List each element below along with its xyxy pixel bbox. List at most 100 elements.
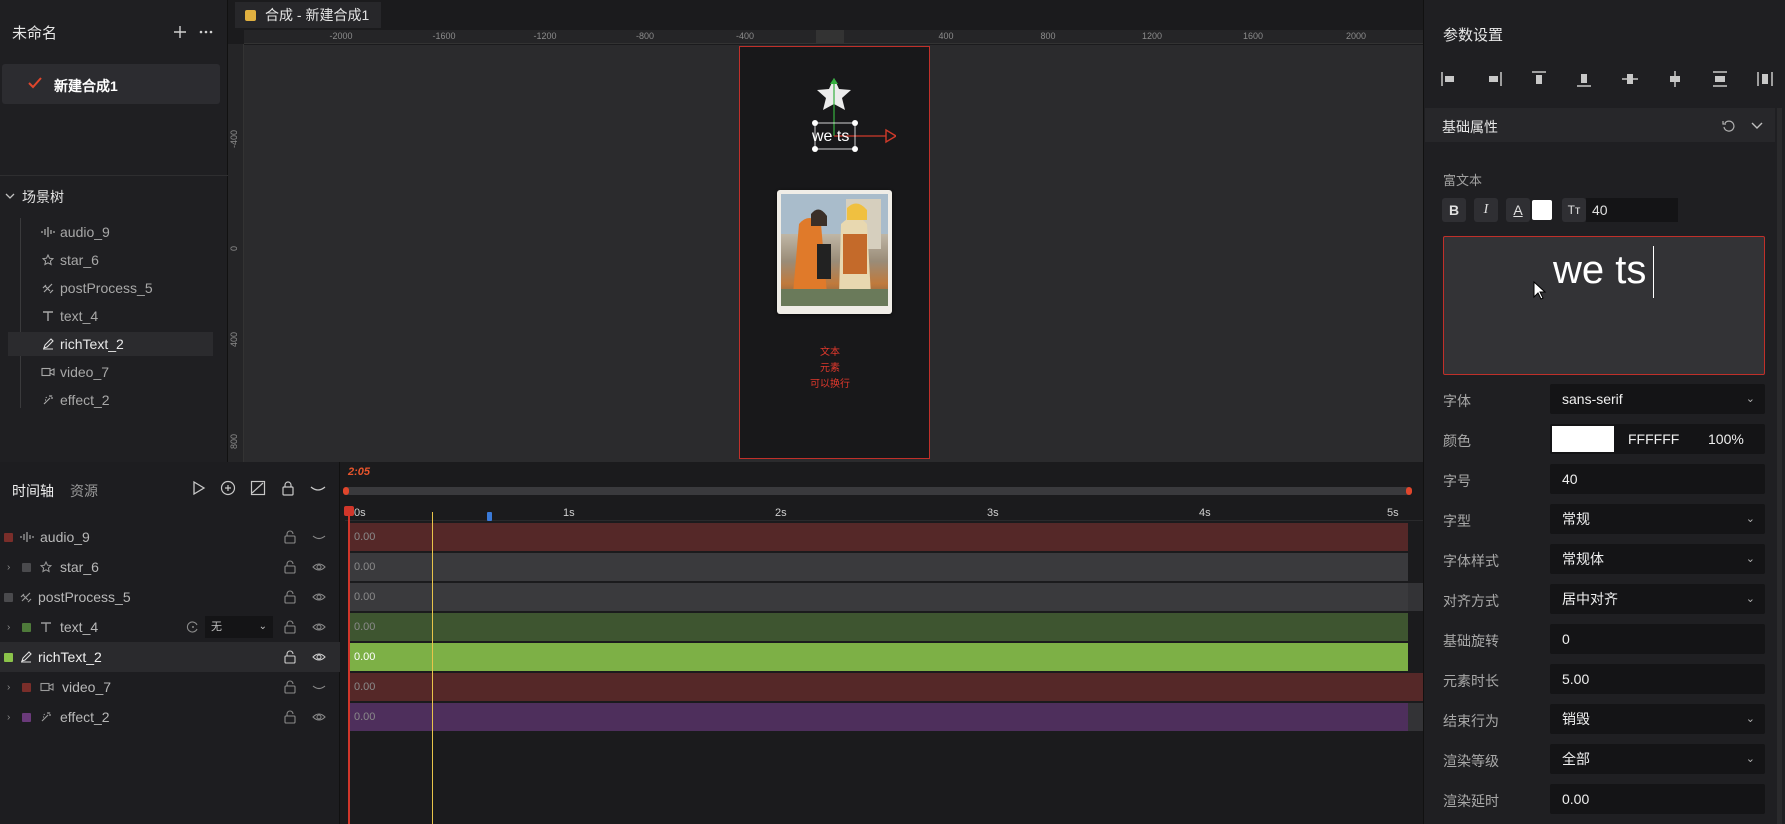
tree-item-audio[interactable]: audio_9 [8,220,213,244]
canvas-richtext[interactable]: we ts [812,128,849,146]
plus-icon[interactable] [172,24,188,40]
track-row-star[interactable]: › star_6 [0,552,340,582]
clip-text[interactable]: 0.00 [348,613,1408,641]
font-color-button[interactable]: A [1506,198,1530,222]
playhead-handle[interactable] [344,506,354,516]
track-row-effect[interactable]: › effect_2 [0,702,340,732]
font-size-field[interactable]: 40 [1550,464,1765,494]
chevron-down-icon[interactable] [1750,119,1764,133]
chevron-right-icon[interactable]: › [7,712,10,723]
eye-icon[interactable] [312,560,326,574]
font-weight-select[interactable]: 常规 ⌄ [1550,504,1765,534]
composition-item[interactable]: 新建合成1 [2,64,220,104]
font-style-select[interactable]: 常规体 ⌄ [1550,544,1765,574]
prop-label-style: 字体样式 [1443,553,1499,569]
tree-item-richtext[interactable]: richText_2 [8,332,213,356]
marker-icon[interactable] [487,512,492,521]
clip-star[interactable]: 0.00 [348,553,1408,581]
chevron-right-icon[interactable]: › [7,622,10,633]
align-bottom-icon[interactable] [1575,70,1593,88]
video-icon [40,682,54,692]
font-size-button[interactable]: Tт [1562,198,1586,222]
font-size-input[interactable]: 40 [1586,198,1678,222]
eye-closed-icon[interactable] [310,480,328,498]
curve-icon[interactable] [250,480,268,498]
lock-icon[interactable] [280,480,298,498]
track-row-postprocess[interactable]: postProcess_5 [0,582,340,612]
scrollbar[interactable] [1777,108,1782,824]
clip-effect[interactable]: 0.00 [348,703,1408,731]
text-align-select[interactable]: 居中对齐 ⌄ [1550,584,1765,614]
lock-icon[interactable] [283,710,297,724]
eye-icon[interactable] [312,710,326,724]
playhead[interactable] [348,508,350,824]
eye-icon[interactable] [312,620,326,634]
distribute-vertical-icon[interactable] [1711,70,1729,88]
track-row-audio[interactable]: audio_9 [0,522,340,552]
lock-icon[interactable] [283,620,297,634]
bold-button[interactable]: B [1442,198,1466,222]
track-row-richtext[interactable]: richText_2 [0,642,340,672]
tree-item-star[interactable]: star_6 [8,248,213,272]
eye-icon[interactable] [312,650,326,664]
color-hex[interactable]: FFFFFF [1628,424,1679,454]
render-level-select[interactable]: 全部 ⌄ [1550,744,1765,774]
lock-icon[interactable] [283,560,297,574]
track-row-video[interactable]: › video_7 [0,672,340,702]
italic-button[interactable]: I [1474,198,1498,222]
track-row-text[interactable]: › text_4 无 ⌄ [0,612,340,642]
color-swatch[interactable] [1552,426,1614,452]
duration-field[interactable]: 5.00 [1550,664,1765,694]
eye-icon[interactable] [312,590,326,604]
tab-composition[interactable]: 合成 - 新建合成1 [235,2,382,28]
tab-resources[interactable]: 资源 [70,481,98,501]
tree-item-postprocess[interactable]: postProcess_5 [8,276,213,300]
chevron-right-icon[interactable]: › [7,562,10,573]
reset-icon[interactable] [1721,118,1737,134]
more-icon[interactable] [198,24,214,40]
tree-item-effect[interactable]: effect_2 [8,388,213,412]
track-color-marker [4,592,13,602]
clip-postprocess[interactable]: 0.00 [348,583,1408,611]
color-opacity[interactable]: 100% [1708,424,1744,454]
clip-audio[interactable]: 0.00 [348,523,1408,551]
clip-video[interactable]: 0.00 [348,673,1423,701]
timeline-scroll-bar[interactable] [345,487,1410,495]
text-animation-select[interactable]: 无 ⌄ [205,616,273,638]
distribute-horizontal-icon[interactable] [1756,70,1774,88]
clip-richtext[interactable]: 0.00 [348,643,1408,671]
tree-item-text[interactable]: text_4 [8,304,213,328]
text-align-value: 居中对齐 [1562,591,1618,607]
eye-closed-icon[interactable] [312,680,326,694]
loop-icon[interactable] [186,620,200,634]
time-tick-label: 0s [354,507,366,519]
render-delay-field[interactable]: 0.00 [1550,784,1765,814]
scroll-end-handle[interactable] [1406,487,1412,495]
video-thumbnail[interactable] [777,190,892,314]
align-right-icon[interactable] [1485,70,1503,88]
scroll-start-handle[interactable] [343,487,349,495]
align-top-icon[interactable] [1530,70,1548,88]
play-icon[interactable] [190,480,208,498]
end-behavior-select[interactable]: 销毁 ⌄ [1550,704,1765,734]
lock-icon[interactable] [283,590,297,604]
add-keyframe-icon[interactable] [220,480,238,498]
align-horizontal-center-icon[interactable] [1666,70,1684,88]
chevron-down-icon[interactable] [4,190,16,202]
rotation-field[interactable]: 0 [1550,624,1765,654]
time-ruler[interactable] [345,505,1423,521]
tree-item-video[interactable]: video_7 [8,360,213,384]
lock-icon[interactable] [283,680,297,694]
font-color-swatch[interactable] [1532,200,1552,220]
color-field[interactable]: FFFFFF 100% [1550,424,1765,454]
font-family-select[interactable]: sans-serif ⌄ [1550,384,1765,414]
tab-timeline[interactable]: 时间轴 [12,481,54,501]
align-vertical-center-icon[interactable] [1621,70,1639,88]
lock-icon[interactable] [283,530,297,544]
chevron-right-icon[interactable]: › [7,682,10,693]
lock-icon[interactable] [283,650,297,664]
current-time: 2:05 [348,466,371,478]
eye-closed-icon[interactable] [312,530,326,544]
align-left-icon[interactable] [1440,70,1458,88]
editor-text[interactable]: we ts [1553,248,1646,293]
